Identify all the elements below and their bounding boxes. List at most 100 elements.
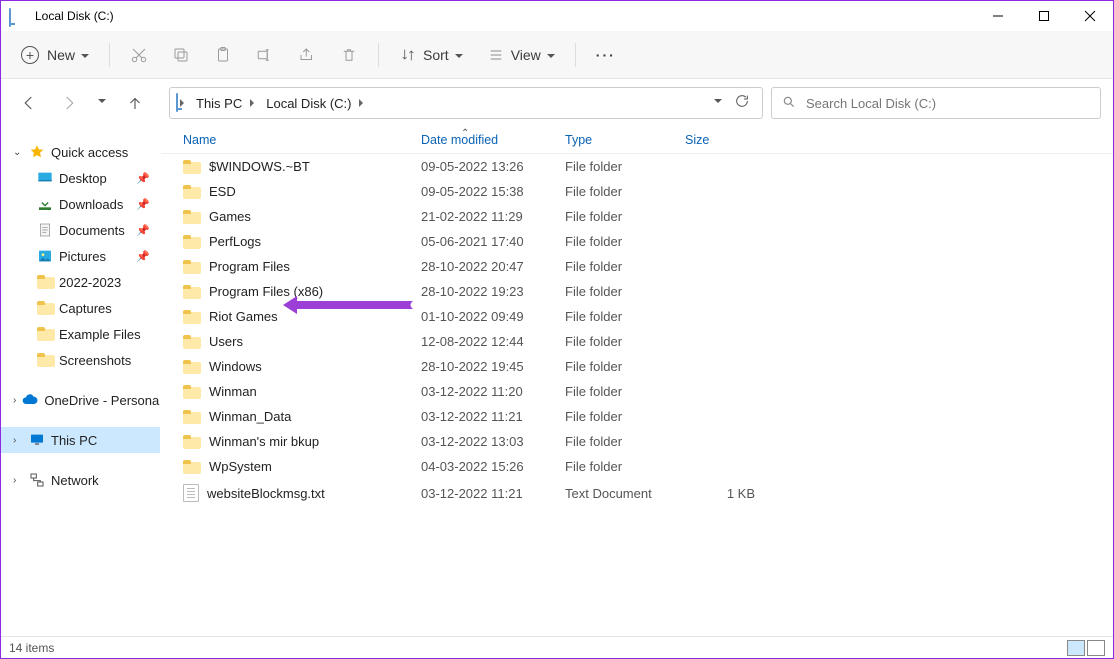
sidebar-item-downloads[interactable]: Downloads📌 <box>1 191 160 217</box>
file-list-view: Name ⌃ Date modified Type Size $WINDOWS.… <box>161 127 1113 638</box>
forward-button[interactable] <box>53 87 85 119</box>
view-button[interactable]: View <box>475 40 567 70</box>
desktop-icon <box>37 170 53 186</box>
folder-icon <box>37 300 53 316</box>
cloud-icon <box>22 392 38 408</box>
item-count: 14 items <box>9 641 54 655</box>
sidebar-item[interactable]: Captures <box>1 295 160 321</box>
clipboard-icon <box>214 46 232 64</box>
file-row[interactable]: Winman03-12-2022 11:20File folder <box>161 379 1113 404</box>
navigation-bar: This PC Local Disk (C:) <box>1 79 1113 127</box>
new-button[interactable]: + New <box>9 40 101 70</box>
search-box[interactable] <box>771 87 1101 119</box>
folder-icon <box>183 185 201 199</box>
sidebar-item[interactable]: 2022-2023 <box>1 269 160 295</box>
search-icon <box>782 95 796 112</box>
file-row[interactable]: ESD09-05-2022 15:38File folder <box>161 179 1113 204</box>
plus-icon: + <box>21 46 39 64</box>
folder-icon <box>183 335 201 349</box>
file-row[interactable]: Riot Games01-10-2022 09:49File folder <box>161 304 1113 329</box>
rename-button[interactable] <box>244 40 286 70</box>
refresh-button[interactable] <box>734 93 750 114</box>
folder-icon <box>183 435 201 449</box>
breadcrumb-item[interactable]: This PC <box>190 94 248 113</box>
file-row[interactable]: Winman_Data03-12-2022 11:21File folder <box>161 404 1113 429</box>
file-row[interactable]: websiteBlockmsg.txt03-12-2022 11:21Text … <box>161 479 1113 507</box>
paste-button[interactable] <box>202 40 244 70</box>
file-row[interactable]: Games21-02-2022 11:29File folder <box>161 204 1113 229</box>
minimize-button[interactable] <box>975 1 1021 31</box>
sidebar-item-pictures[interactable]: Pictures📌 <box>1 243 160 269</box>
drive-icon <box>9 9 27 23</box>
address-bar[interactable]: This PC Local Disk (C:) <box>169 87 763 119</box>
cut-button[interactable] <box>118 40 160 70</box>
folder-icon <box>37 352 53 368</box>
chevron-down-icon <box>75 47 89 63</box>
navigation-pane: ⌄ Quick access Desktop📌Downloads📌Documen… <box>1 127 161 638</box>
sort-label: Sort <box>423 47 449 63</box>
view-label: View <box>511 47 541 63</box>
sidebar-item-network[interactable]: › Network <box>1 467 160 493</box>
new-label: New <box>47 47 75 63</box>
more-button[interactable]: ··· <box>584 41 628 69</box>
sidebar-item-quick-access[interactable]: ⌄ Quick access <box>1 139 160 165</box>
history-dropdown-button[interactable] <box>714 94 722 112</box>
sidebar-item[interactable]: Example Files <box>1 321 160 347</box>
share-icon <box>298 46 316 64</box>
column-header-type[interactable]: Type <box>565 133 685 147</box>
file-row[interactable]: Program Files28-10-2022 20:47File folder <box>161 254 1113 279</box>
command-bar: + New Sort View ··· <box>1 31 1113 79</box>
download-icon <box>37 196 53 212</box>
delete-button[interactable] <box>328 40 370 70</box>
column-header-name[interactable]: Name <box>173 133 421 147</box>
sort-indicator-icon: ⌃ <box>461 128 469 139</box>
file-row[interactable]: Users12-08-2022 12:44File folder <box>161 329 1113 354</box>
file-row[interactable]: $WINDOWS.~BT09-05-2022 13:26File folder <box>161 154 1113 179</box>
network-icon <box>29 472 45 488</box>
column-header-size[interactable]: Size <box>685 133 755 147</box>
sidebar-item-desktop[interactable]: Desktop📌 <box>1 165 160 191</box>
sidebar-item-documents[interactable]: Documents📌 <box>1 217 160 243</box>
document-icon <box>37 222 53 238</box>
star-icon <box>29 144 45 160</box>
copy-button[interactable] <box>160 40 202 70</box>
recent-locations-button[interactable] <box>93 87 111 119</box>
file-row[interactable]: PerfLogs05-06-2021 17:40File folder <box>161 229 1113 254</box>
pin-icon: 📌 <box>136 172 150 185</box>
pin-icon: 📌 <box>136 250 150 263</box>
folder-icon <box>183 385 201 399</box>
trash-icon <box>340 46 358 64</box>
folder-icon <box>183 235 201 249</box>
window-title: Local Disk (C:) <box>35 9 114 23</box>
pin-icon: 📌 <box>136 198 150 211</box>
breadcrumb-item[interactable]: Local Disk (C:) <box>260 94 357 113</box>
thumbnails-view-button[interactable] <box>1087 640 1105 656</box>
sidebar-item[interactable]: Screenshots <box>1 347 160 373</box>
search-input[interactable] <box>806 96 1090 111</box>
status-bar: 14 items <box>1 636 1113 658</box>
details-view-button[interactable] <box>1067 640 1085 656</box>
folder-icon <box>183 360 201 374</box>
file-row[interactable]: WpSystem04-03-2022 15:26File folder <box>161 454 1113 479</box>
back-button[interactable] <box>13 87 45 119</box>
sort-button[interactable]: Sort <box>387 40 475 70</box>
pin-icon: 📌 <box>136 224 150 237</box>
computer-icon <box>29 432 45 448</box>
file-row[interactable]: Windows28-10-2022 19:45File folder <box>161 354 1113 379</box>
share-button[interactable] <box>286 40 328 70</box>
file-row[interactable]: Program Files (x86)28-10-2022 19:23File … <box>161 279 1113 304</box>
ellipsis-icon: ··· <box>596 47 616 63</box>
folder-icon <box>183 285 201 299</box>
sidebar-item-this-pc[interactable]: › This PC <box>1 427 160 453</box>
maximize-button[interactable] <box>1021 1 1067 31</box>
folder-icon <box>183 260 201 274</box>
up-button[interactable] <box>119 87 151 119</box>
folder-icon <box>37 274 53 290</box>
titlebar: Local Disk (C:) <box>1 1 1113 31</box>
chevron-down-icon <box>541 47 555 63</box>
file-row[interactable]: Winman's mir bkup03-12-2022 13:03File fo… <box>161 429 1113 454</box>
sidebar-item-onedrive[interactable]: › OneDrive - Personal <box>1 387 160 413</box>
column-header-date[interactable]: Date modified <box>421 133 565 147</box>
drive-icon <box>176 94 178 112</box>
close-button[interactable] <box>1067 1 1113 31</box>
